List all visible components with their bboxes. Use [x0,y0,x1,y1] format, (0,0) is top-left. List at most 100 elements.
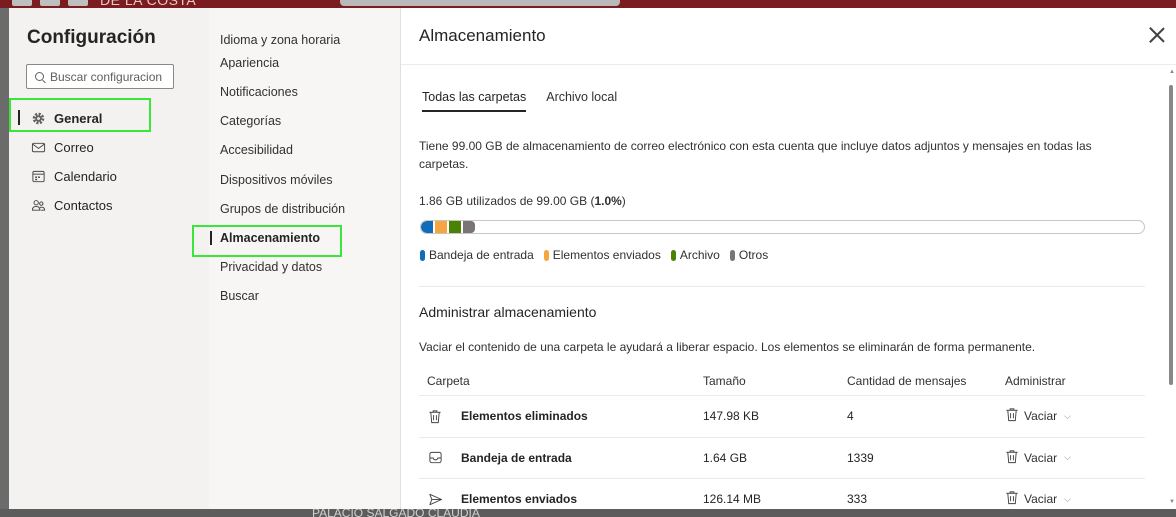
inbox-icon [427,450,443,466]
usage-prefix: 1.86 GB utilizados de 99.00 GB ( [419,194,595,208]
column-header-cantidad: Cantidad de mensajes [847,373,967,388]
storage-usage-text: 1.86 GB utilizados de 99.00 GB (1.0%) [419,194,626,208]
empty-folder-label: Vaciar [1024,450,1058,465]
column-header-administrar: Administrar [1005,373,1066,388]
folder-message-count: 1339 [847,450,874,465]
trash-icon [427,408,443,424]
column-header-tamano: Tamaño [703,373,746,388]
folder-name: Bandeja de entrada [461,450,572,465]
highlight-box [9,98,151,132]
nav-item-label: Contactos [54,198,113,213]
scroll-down-icon[interactable]: ▼ [1169,499,1175,505]
legend-item: Archivo [670,248,720,262]
background-block [68,0,88,6]
settings-left-nav: Configuración General Correo [9,8,209,509]
usage-segment-otros [463,221,475,233]
legend-swatch [670,249,676,261]
usage-segment-archivo [449,221,461,233]
legend-item: Bandeja de entrada [420,248,534,262]
manage-storage-description: Vaciar el contenido de una carpeta le ay… [419,340,1036,354]
folders-table: Carpeta Tamaño Cantidad de mensajes Admi… [419,366,1145,509]
nav-item-correo[interactable]: Correo [9,133,209,162]
folder-size: 147.98 KB [703,409,760,424]
background-app-titlebar: DE LA COSTA [0,0,1176,8]
subnav-item-accesibilidad[interactable]: Accesibilidad [220,136,395,165]
divider [419,286,1145,287]
usage-suffix: ) [621,194,626,208]
scrollbar-thumb[interactable] [1169,85,1173,385]
close-icon[interactable] [1146,24,1168,46]
table-row: Bandeja de entrada 1.64 GB 1339 Vaciar ⌵ [419,438,1145,479]
empty-folder-button[interactable]: Vaciar ⌵ [1005,490,1071,508]
legend-item: Otros [729,248,769,262]
trash-icon [1005,449,1019,467]
nav-item-label: Calendario [54,169,117,184]
empty-folder-button[interactable]: Vaciar ⌵ [1005,449,1071,467]
folder-size: 1.64 GB [703,450,748,465]
storage-pane: Almacenamiento ▲ ▼ Todas las carpetas Ar… [401,8,1176,509]
chevron-down-icon: ⌵ [1064,452,1071,463]
column-header-carpeta: Carpeta [427,373,470,388]
legend-swatch [729,249,735,261]
background-block [12,0,32,6]
subnav-item-categorias[interactable]: Categorías [220,107,395,136]
legend-item: Elementos enviados [543,248,661,262]
tab-archivo-local[interactable]: Archivo local [546,90,617,112]
settings-title: Configuración [27,27,156,48]
legend-label: Elementos enviados [552,248,661,262]
nav-item-label: Correo [54,140,94,155]
manage-storage-title: Administrar almacenamiento [419,304,597,320]
empty-folder-label: Vaciar [1024,492,1058,507]
scrollbar[interactable]: ▲ ▼ [1167,65,1176,509]
empty-folder-button[interactable]: Vaciar ⌵ [1005,407,1071,425]
subnav-item-dispositivos[interactable]: Dispositivos móviles [220,165,395,194]
folder-size: 126.14 MB [703,492,762,507]
subnav-item-apariencia[interactable]: Apariencia [220,48,395,77]
legend-label: Archivo [679,248,720,262]
background-tab [340,0,620,6]
subnav-item-grupos[interactable]: Grupos de distribución [220,194,395,223]
table-header: Carpeta Tamaño Cantidad de mensajes Admi… [419,366,1145,396]
background-block [40,0,60,6]
settings-search-input[interactable] [50,69,172,84]
storage-description: Tiene 99.00 GB de almacenamiento de corr… [419,139,1092,171]
pane-title: Almacenamiento [419,26,546,45]
tab-todas-las-carpetas[interactable]: Todas las carpetas [422,90,527,112]
usage-segment-enviados [435,221,447,233]
people-icon [30,198,46,214]
highlight-box [192,225,342,257]
settings-sub-nav: Idioma y zona horaria Apariencia Notific… [209,8,401,509]
background-app-bottom: PALACIO SALGADO CLAUDIA [0,506,1176,517]
background-title-fragment: DE LA COSTA [100,0,197,8]
mail-icon [30,140,46,156]
chevron-down-icon: ⌵ [1064,493,1071,504]
subnav-item-buscar[interactable]: Buscar [220,282,395,311]
nav-item-contactos[interactable]: Contactos [9,191,209,220]
folder-message-count: 4 [847,409,854,424]
legend-swatch [543,249,549,261]
usage-legend: Bandeja de entrada Elementos enviados Ar… [420,248,768,262]
folder-message-count: 333 [847,492,868,507]
send-icon [427,491,443,507]
nav-item-calendario[interactable]: Calendario [9,162,209,191]
settings-dialog: Configuración General Correo [9,8,1176,509]
empty-folder-label: Vaciar [1024,409,1058,424]
legend-label: Bandeja de entrada [429,248,534,262]
settings-search-box[interactable] [26,64,174,89]
storage-tabs: Todas las carpetas Archivo local [422,90,617,112]
calendar-icon [30,169,46,185]
search-icon [35,72,44,81]
trash-icon [1005,490,1019,508]
subnav-item-notificaciones[interactable]: Notificaciones [220,77,395,106]
scroll-up-icon[interactable]: ▲ [1169,69,1175,75]
usage-percent: 1.0% [594,194,622,208]
storage-usage-bar [420,220,1145,234]
folder-name: Elementos enviados [461,492,578,507]
folder-name: Elementos eliminados [461,409,588,424]
legend-swatch [420,249,425,261]
trash-icon [1005,407,1019,425]
table-row: Elementos enviados 126.14 MB 333 Vaciar … [419,479,1145,509]
table-row: Elementos eliminados 147.98 KB 4 Vaciar … [419,396,1145,438]
chevron-down-icon: ⌵ [1064,410,1071,421]
legend-label: Otros [738,248,769,262]
